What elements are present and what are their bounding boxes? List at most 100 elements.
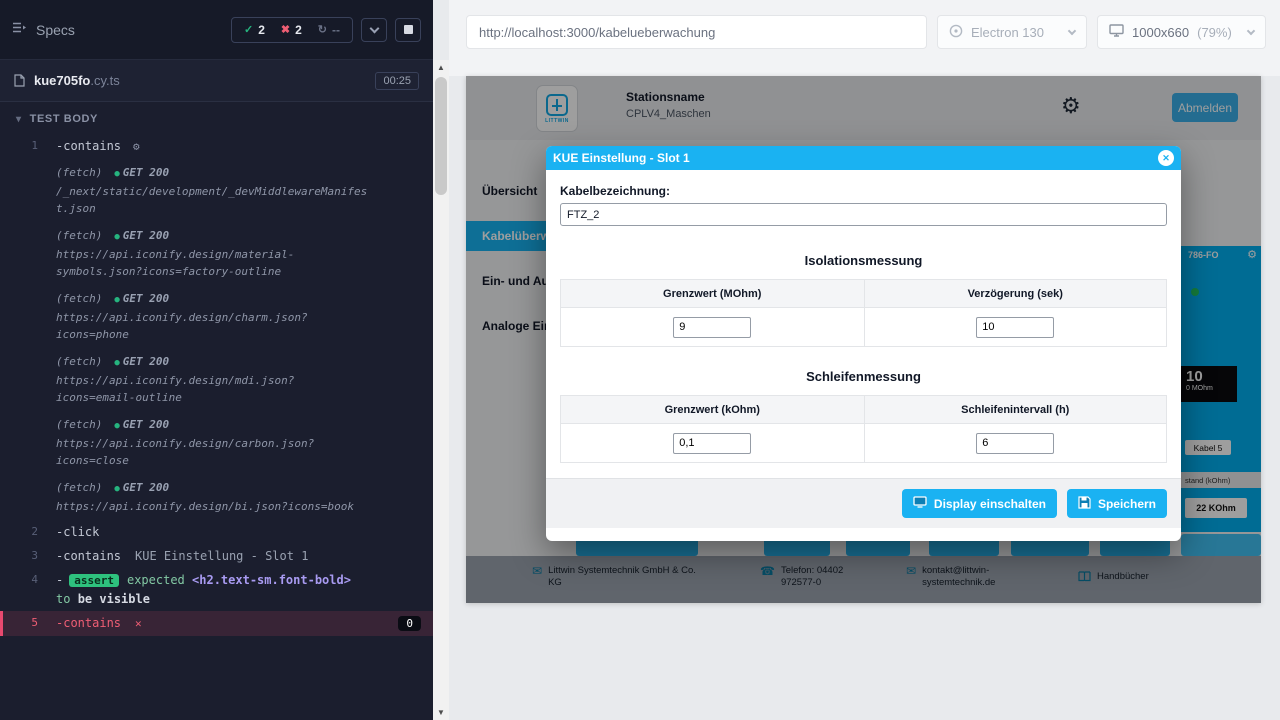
stat-failed[interactable]: ✖ 2	[273, 23, 310, 37]
command-log: 1 -contains ⚙ (fetch) ● GET 200 /_next/stat…	[0, 132, 433, 636]
chevron-down-icon	[1068, 26, 1076, 34]
grenzwert-kohm-input[interactable]	[673, 433, 751, 454]
close-icon[interactable]: ✕	[1158, 150, 1174, 166]
save-button-label: Speichern	[1098, 497, 1156, 511]
command-name: -contains	[56, 616, 121, 630]
assert-text: visible	[99, 592, 150, 606]
browser-label: Electron 130	[971, 25, 1044, 40]
fetch-label: (fetch)	[56, 229, 102, 242]
chevron-down-icon	[1247, 26, 1255, 34]
specs-list-icon[interactable]	[12, 21, 27, 39]
dialog-header: KUE Einstellung - Slot 1 ✕	[546, 146, 1181, 170]
command-row-click[interactable]: 2 -click	[0, 520, 433, 544]
spec-duration-badge: 00:25	[375, 72, 419, 90]
spec-file-icon	[14, 74, 25, 87]
network-log-row[interactable]: (fetch)●GET 200 https://api.iconify.desi…	[0, 285, 433, 348]
fetch-label: (fetch)	[56, 166, 102, 179]
browser-select[interactable]: Electron 130	[937, 15, 1087, 49]
app-viewport: LITTWIN Stationsname CPLV4_Maschen ⚙ Abm…	[466, 76, 1261, 603]
isolation-section-title: Isolationsmessung	[560, 253, 1167, 268]
scrollbar-thumb[interactable]	[435, 77, 447, 195]
scroll-up-icon[interactable]: ▲	[433, 63, 449, 72]
command-number: 5	[0, 614, 56, 632]
specs-label[interactable]: Specs	[36, 22, 75, 38]
request-url: https://api.iconify.design/material-symb…	[56, 246, 368, 280]
viewport-zoom: (79%)	[1197, 25, 1232, 40]
status-dot-icon: ●	[114, 169, 119, 179]
suite-header[interactable]: ▾ TEST BODY	[0, 102, 433, 132]
command-name: -click	[56, 525, 99, 539]
assert-selector: <h2.text-sm.font-bold>	[192, 573, 351, 587]
caret-down-icon: ▾	[16, 114, 22, 125]
verzoegerung-sek-input[interactable]	[976, 317, 1054, 338]
schleifenintervall-input[interactable]	[976, 433, 1054, 454]
http-status: GET 200	[123, 418, 169, 431]
aut-panel: Electron 130 1000x660 (79%) LITTWIN Stat…	[449, 0, 1280, 720]
http-status: GET 200	[123, 166, 169, 179]
isolation-table: Grenzwert (MOhm) Verzögerung (sek)	[560, 279, 1167, 347]
status-dot-icon: ●	[114, 358, 119, 368]
column-header: Grenzwert (MOhm)	[561, 280, 864, 307]
request-url: /_next/static/development/_devMiddleware…	[56, 183, 368, 217]
spec-name: kue705fo.cy.ts	[34, 73, 120, 88]
status-dot-icon: ●	[114, 421, 119, 431]
assert-text: be	[78, 592, 92, 606]
request-url: https://api.iconify.design/carbon.json?i…	[56, 435, 368, 469]
reporter-scrollbar[interactable]: ▲ ▼	[433, 60, 449, 720]
viewport-size: 1000x660	[1132, 25, 1189, 40]
display-button-label: Display einschalten	[934, 497, 1046, 511]
stat-passed[interactable]: ✓ 2	[236, 23, 273, 37]
spec-header[interactable]: kue705fo.cy.ts 00:25	[0, 60, 433, 102]
column-header: Grenzwert (kOhm)	[561, 396, 864, 423]
dialog-body: Kabelbezeichnung: Isolationsmessung Gren…	[546, 170, 1181, 463]
screen: Specs ✓ 2 ✖ 2 ↻ --	[0, 0, 1280, 720]
kabelbezeichnung-input[interactable]	[560, 203, 1167, 226]
network-log-row[interactable]: (fetch) ● GET 200 https://api.iconify.desi…	[0, 411, 433, 474]
http-status: GET 200	[123, 229, 169, 242]
test-stats: ✓ 2 ✖ 2 ↻ --	[231, 17, 353, 43]
network-log-row[interactable]: (fetch) ● GET 200 /_next/static/developmen…	[0, 159, 433, 222]
stat-pending[interactable]: ↻ --	[310, 23, 348, 37]
column-header: Verzögerung (sek)	[864, 280, 1167, 307]
speichern-button[interactable]: Speichern	[1067, 489, 1167, 518]
gear-icon: ⚙	[133, 140, 140, 153]
monitor-icon	[1109, 24, 1124, 40]
network-log-row[interactable]: (fetch)●GET 200 https://api.iconify.desi…	[0, 348, 433, 411]
scroll-down-icon[interactable]: ▼	[433, 708, 449, 717]
command-number: 1	[0, 137, 56, 155]
stop-icon	[404, 25, 413, 34]
schleifen-table: Grenzwert (kOhm) Schleifenintervall (h)	[560, 395, 1167, 463]
command-number: 2	[0, 523, 56, 541]
fetch-label: (fetch)	[56, 481, 102, 494]
command-name: -contains	[56, 139, 121, 153]
network-log-row[interactable]: (fetch)●GET 200 https://api.iconify.desi…	[0, 474, 433, 520]
viewport-select[interactable]: 1000x660 (79%)	[1097, 15, 1266, 49]
url-input[interactable]	[466, 15, 927, 49]
spec-extension: .cy.ts	[90, 73, 119, 88]
status-dot-icon: ●	[114, 295, 119, 305]
collapse-button[interactable]	[361, 18, 387, 42]
status-dot-icon: ●	[114, 484, 119, 494]
assert-badge: assert	[69, 574, 119, 587]
cross-icon: ✖	[281, 23, 290, 36]
http-status: GET 200	[123, 481, 169, 494]
command-number: 3	[0, 547, 56, 565]
network-log-row[interactable]: (fetch)●GET 200 https://api.iconify.desi…	[0, 222, 433, 285]
passed-count: 2	[258, 23, 265, 37]
display-einschalten-button[interactable]: Display einschalten	[902, 489, 1057, 518]
assert-text: to	[56, 592, 70, 606]
request-url: https://api.iconify.design/mdi.json?icon…	[56, 372, 368, 406]
command-row-contains-failed[interactable]: 5 -contains✕ 0	[0, 611, 433, 636]
command-row-contains[interactable]: 1 -contains ⚙	[0, 134, 433, 159]
command-name: -contains	[56, 549, 121, 563]
cypress-reporter: Specs ✓ 2 ✖ 2 ↻ --	[0, 0, 433, 720]
kabelbezeichnung-label: Kabelbezeichnung:	[560, 184, 1167, 198]
command-number: 4	[0, 571, 56, 589]
reporter-toolbar: Specs ✓ 2 ✖ 2 ↻ --	[0, 0, 433, 60]
pending-count: --	[332, 23, 340, 37]
command-row-assert[interactable]: 4 -assertexpected <h2.text-sm.font-bold>…	[0, 568, 433, 611]
grenzwert-mohm-input[interactable]	[673, 317, 751, 338]
fetch-label: (fetch)	[56, 418, 102, 431]
stop-button[interactable]	[395, 18, 421, 42]
command-row-contains[interactable]: 3 -containsKUE Einstellung - Slot 1	[0, 544, 433, 568]
